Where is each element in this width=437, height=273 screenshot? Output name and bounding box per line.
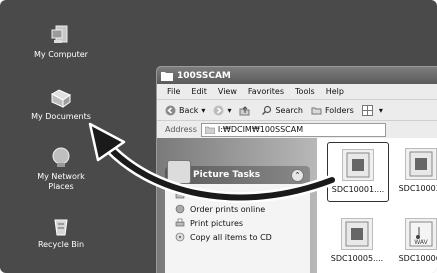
camera-icon bbox=[167, 160, 191, 184]
picture-tasks-title: Picture Tasks bbox=[193, 170, 261, 180]
network-icon bbox=[52, 147, 70, 167]
folder-icon bbox=[204, 126, 215, 134]
dropdown-arrow-icon[interactable]: ▾ bbox=[227, 106, 231, 115]
task-label: Copy all items to CD bbox=[190, 232, 272, 242]
task-label: Order prints online bbox=[190, 204, 266, 214]
desktop-icon-label: My Documents bbox=[31, 112, 91, 121]
documents-folder-icon bbox=[50, 89, 71, 108]
file-name: SDC10001.... bbox=[331, 185, 385, 194]
up-folder-icon bbox=[239, 105, 250, 115]
picture-tasks-panel: Picture Tasks ⌃ View as a slide show Ord… bbox=[165, 160, 310, 273]
folders-label: Folders bbox=[324, 105, 354, 115]
computer-icon bbox=[51, 25, 68, 43]
video-file-icon bbox=[405, 148, 437, 180]
task-order-prints[interactable]: Order prints online bbox=[175, 202, 310, 216]
menu-bar: File Edit View Favorites Tools Help bbox=[157, 84, 437, 100]
desktop-icon-my-computer[interactable]: My Computer bbox=[18, 24, 104, 60]
desktop-icon-label: My Computer bbox=[34, 50, 88, 59]
cd-icon bbox=[175, 232, 185, 242]
forward-arrow-icon bbox=[213, 105, 224, 115]
desktop: My Computer My Documents My Network Plac… bbox=[0, 0, 437, 273]
address-bar: Address I:₩DCIM₩100SSCAM bbox=[157, 121, 437, 139]
task-slide-show[interactable]: View as a slide show bbox=[175, 188, 310, 202]
views-grid-icon bbox=[361, 104, 373, 116]
task-list: View as a slide show Order prints online… bbox=[165, 184, 310, 244]
folders-button[interactable]: Folders bbox=[311, 105, 354, 116]
menu-view[interactable]: View bbox=[218, 87, 237, 96]
wav-badge: WAV bbox=[414, 239, 428, 246]
slideshow-icon bbox=[175, 191, 185, 199]
address-field[interactable]: I:₩DCIM₩100SSCAM bbox=[200, 122, 386, 137]
menu-tools[interactable]: Tools bbox=[295, 87, 315, 96]
window-title: 100SSCAM bbox=[177, 70, 231, 81]
file-item[interactable]: SDC10003. bbox=[391, 148, 437, 193]
toolbar: Back ▾ ▾ Search Folders ▾ bbox=[157, 100, 437, 121]
audio-file-icon: WAV bbox=[405, 218, 437, 250]
recycle-bin-icon bbox=[54, 219, 68, 236]
search-label: Search bbox=[275, 105, 303, 115]
menu-favorites[interactable]: Favorites bbox=[248, 87, 284, 96]
globe-icon bbox=[175, 204, 185, 214]
printer-icon bbox=[175, 218, 185, 227]
address-label: Address bbox=[165, 125, 197, 134]
explorer-window: 100SSCAM File Edit View Favorites Tools … bbox=[156, 66, 437, 273]
task-label: View as a slide show bbox=[190, 190, 273, 200]
desktop-icon-label: Recycle Bin bbox=[37, 240, 85, 249]
file-item[interactable]: SDC10005.... bbox=[327, 218, 387, 263]
desktop-icon-recycle-bin[interactable]: Recycle Bin bbox=[18, 214, 104, 250]
task-copy-to-cd[interactable]: Copy all items to CD bbox=[175, 230, 310, 244]
task-pane: Picture Tasks ⌃ View as a slide show Ord… bbox=[157, 138, 317, 273]
picture-tasks-header[interactable]: Picture Tasks ⌃ bbox=[165, 160, 310, 184]
dropdown-arrow-icon[interactable]: ▾ bbox=[379, 106, 383, 115]
file-item[interactable]: SDC10001.... bbox=[327, 142, 389, 202]
video-file-icon bbox=[342, 149, 374, 181]
file-name: SDC10006. bbox=[398, 254, 437, 263]
file-name: SDC10005.... bbox=[330, 254, 384, 263]
desktop-icon-my-network-places[interactable]: My Network Places bbox=[18, 146, 104, 192]
window-titlebar[interactable]: 100SSCAM bbox=[157, 67, 437, 84]
desktop-icon-label: My Network Places bbox=[37, 172, 85, 191]
task-label: Print pictures bbox=[190, 218, 244, 228]
file-item[interactable]: WAV SDC10006. bbox=[391, 218, 437, 263]
window-content: Picture Tasks ⌃ View as a slide show Ord… bbox=[157, 138, 437, 273]
video-file-icon bbox=[341, 218, 373, 250]
dropdown-arrow-icon[interactable]: ▾ bbox=[201, 106, 205, 115]
up-folder-button[interactable] bbox=[239, 105, 253, 116]
desktop-icon-my-documents[interactable]: My Documents bbox=[18, 86, 104, 122]
menu-file[interactable]: File bbox=[167, 87, 180, 96]
collapse-icon[interactable]: ⌃ bbox=[291, 169, 304, 182]
views-button[interactable]: ▾ bbox=[361, 104, 383, 116]
file-name: SDC10003. bbox=[398, 184, 437, 193]
folder-icon bbox=[161, 71, 173, 81]
folders-icon bbox=[311, 107, 322, 114]
menu-edit[interactable]: Edit bbox=[191, 87, 207, 96]
back-arrow-icon bbox=[165, 105, 176, 115]
menu-help[interactable]: Help bbox=[326, 87, 344, 96]
search-icon bbox=[262, 105, 272, 115]
search-button[interactable]: Search bbox=[261, 105, 303, 116]
address-value: I:₩DCIM₩100SSCAM bbox=[217, 125, 304, 134]
file-pane: SDC10001.... SDC10003. SDC10005.... bbox=[317, 138, 437, 273]
back-label: Back bbox=[179, 105, 199, 115]
back-button[interactable]: Back ▾ bbox=[165, 105, 205, 116]
task-print-pictures[interactable]: Print pictures bbox=[175, 216, 310, 230]
forward-button[interactable]: ▾ bbox=[213, 105, 231, 116]
